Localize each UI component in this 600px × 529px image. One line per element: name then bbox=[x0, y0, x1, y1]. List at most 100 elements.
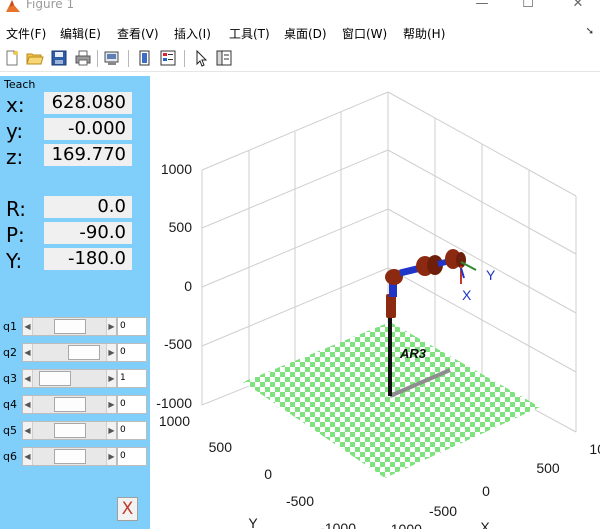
z-tick: 0 bbox=[184, 278, 192, 294]
matlab-icon bbox=[6, 0, 20, 12]
x-tick: -1000 bbox=[386, 521, 422, 529]
colorbar-icon[interactable] bbox=[136, 49, 154, 67]
toolbar-separator bbox=[97, 50, 98, 67]
joint-label-q1: q1 bbox=[3, 320, 17, 333]
slider-thumb[interactable] bbox=[53, 397, 86, 412]
frame-y-label: Y bbox=[486, 267, 496, 283]
y-coord-label: y: bbox=[6, 119, 24, 143]
slider-thumb[interactable] bbox=[67, 345, 100, 360]
joint-label-q4: q4 bbox=[3, 398, 17, 411]
joint-label-q5: q5 bbox=[3, 424, 17, 437]
y-coord-value: -0.000 bbox=[44, 118, 132, 140]
close-window-button[interactable]: ✕ bbox=[556, 0, 600, 13]
joint-slider-q3[interactable]: ◀ ▶ bbox=[22, 369, 117, 388]
joint-slider-q2[interactable]: ◀ ▶ bbox=[22, 343, 117, 362]
joint-label-q3: q3 bbox=[3, 372, 17, 385]
y-tick: 500 bbox=[209, 439, 233, 455]
slider-thumb[interactable] bbox=[53, 449, 86, 464]
close-teach-button[interactable]: X bbox=[117, 497, 138, 521]
save-icon[interactable] bbox=[50, 49, 68, 67]
z-tick: -500 bbox=[164, 336, 192, 352]
yaw-value: -180.0 bbox=[44, 248, 132, 270]
menu-desktop[interactable]: 桌面(D) bbox=[284, 25, 327, 42]
joint-slider-q1[interactable]: ◀ ▶ bbox=[22, 317, 117, 336]
x-tick: -500 bbox=[429, 503, 457, 519]
z-coord-value: 169.770 bbox=[44, 144, 132, 166]
x-axis-label: X bbox=[480, 519, 490, 529]
z-tick: 500 bbox=[169, 219, 193, 235]
menu-view[interactable]: 查看(V) bbox=[117, 25, 159, 42]
slider-thumb[interactable] bbox=[53, 423, 86, 438]
slider-left-arrow-icon[interactable]: ◀ bbox=[23, 396, 33, 413]
toolbar bbox=[0, 46, 600, 72]
slider-right-arrow-icon[interactable]: ▶ bbox=[106, 344, 116, 361]
slider-left-arrow-icon[interactable]: ◀ bbox=[23, 318, 33, 335]
roll-label: R: bbox=[6, 197, 27, 221]
slider-thumb[interactable] bbox=[39, 371, 72, 386]
window-title: Figure 1 bbox=[26, 0, 75, 11]
toolbar-separator bbox=[128, 50, 129, 67]
menu-insert[interactable]: 插入(I) bbox=[174, 25, 211, 42]
joint-value-q4[interactable]: 0 bbox=[117, 395, 147, 414]
pitch-value: -90.0 bbox=[44, 222, 132, 244]
menu-bar: 文件(F) 编辑(E) 查看(V) 插入(I) 工具(T) 桌面(D) 窗口(W… bbox=[0, 22, 600, 42]
z-tick: 1000 bbox=[161, 161, 192, 177]
menu-file[interactable]: 文件(F) bbox=[6, 25, 46, 42]
robot-name-label: AR3 bbox=[399, 346, 427, 361]
x-coord-value: 628.080 bbox=[44, 92, 132, 114]
z-coord-label: z: bbox=[6, 145, 24, 169]
link-plot-icon[interactable] bbox=[103, 49, 121, 67]
x-tick: 1000 bbox=[589, 441, 600, 457]
menu-window[interactable]: 窗口(W) bbox=[342, 25, 387, 42]
property-editor-icon[interactable] bbox=[215, 49, 233, 67]
joint-value-q3[interactable]: 1 bbox=[117, 369, 147, 388]
slider-left-arrow-icon[interactable]: ◀ bbox=[23, 448, 33, 465]
toolbar-separator bbox=[184, 50, 185, 67]
slider-thumb[interactable] bbox=[53, 319, 86, 334]
x-tick: 0 bbox=[482, 483, 490, 499]
title-bar: Figure 1 — ☐ ✕ bbox=[0, 0, 600, 14]
slider-right-arrow-icon[interactable]: ▶ bbox=[106, 318, 116, 335]
joint-value-q2[interactable]: 0 bbox=[117, 343, 147, 362]
slider-left-arrow-icon[interactable]: ◀ bbox=[23, 344, 33, 361]
joint-slider-q5[interactable]: ◀ ▶ bbox=[22, 421, 117, 440]
joint-slider-q6[interactable]: ◀ ▶ bbox=[22, 447, 117, 466]
yaw-label: Y: bbox=[6, 249, 23, 273]
open-file-icon[interactable] bbox=[26, 49, 44, 67]
minimize-button[interactable]: — bbox=[460, 0, 504, 13]
joint-value-q1[interactable]: 0 bbox=[117, 317, 147, 336]
menu-help[interactable]: 帮助(H) bbox=[403, 25, 445, 42]
robot-base-link bbox=[386, 294, 396, 318]
print-icon[interactable] bbox=[74, 49, 92, 67]
joint-value-q5[interactable]: 0 bbox=[117, 421, 147, 440]
robot-3d-plot[interactable]: 1000 500 0 -500 -1000 1000 500 0 -500 -1… bbox=[150, 72, 600, 529]
slider-left-arrow-icon[interactable]: ◀ bbox=[23, 370, 33, 387]
slider-left-arrow-icon[interactable]: ◀ bbox=[23, 422, 33, 439]
slider-right-arrow-icon[interactable]: ▶ bbox=[106, 448, 116, 465]
y-tick: -1000 bbox=[320, 520, 356, 529]
roll-value: 0.0 bbox=[44, 196, 132, 218]
joint-slider-q4[interactable]: ◀ ▶ bbox=[22, 395, 117, 414]
pointer-icon[interactable] bbox=[192, 49, 210, 67]
teach-panel: Teach x: 628.080 y: -0.000 z: 169.770 R:… bbox=[0, 76, 150, 529]
joint-label-q2: q2 bbox=[3, 346, 17, 359]
joint-label-q6: q6 bbox=[3, 450, 17, 463]
slider-right-arrow-icon[interactable]: ▶ bbox=[106, 422, 116, 439]
x-coord-label: x: bbox=[6, 93, 25, 117]
dock-arrow-icon[interactable]: ➘ bbox=[586, 26, 594, 37]
pitch-label: P: bbox=[6, 223, 25, 247]
legend-icon[interactable] bbox=[159, 49, 177, 67]
slider-right-arrow-icon[interactable]: ▶ bbox=[106, 370, 116, 387]
menu-tools[interactable]: 工具(T) bbox=[229, 25, 270, 42]
menu-edit[interactable]: 编辑(E) bbox=[60, 25, 101, 42]
new-figure-icon[interactable] bbox=[3, 49, 21, 67]
teach-panel-title: Teach bbox=[4, 78, 36, 91]
joint-value-q6[interactable]: 0 bbox=[117, 447, 147, 466]
z-axis-ticks: 1000 500 0 -500 -1000 bbox=[156, 161, 192, 411]
figure-window: Figure 1 — ☐ ✕ 文件(F) 编辑(E) 查看(V) 插入(I) 工… bbox=[0, 0, 600, 529]
maximize-button[interactable]: ☐ bbox=[506, 0, 550, 13]
frame-x-label: X bbox=[462, 287, 472, 303]
z-tick: -1000 bbox=[156, 395, 192, 411]
y-tick: 0 bbox=[264, 466, 272, 482]
slider-right-arrow-icon[interactable]: ▶ bbox=[106, 396, 116, 413]
